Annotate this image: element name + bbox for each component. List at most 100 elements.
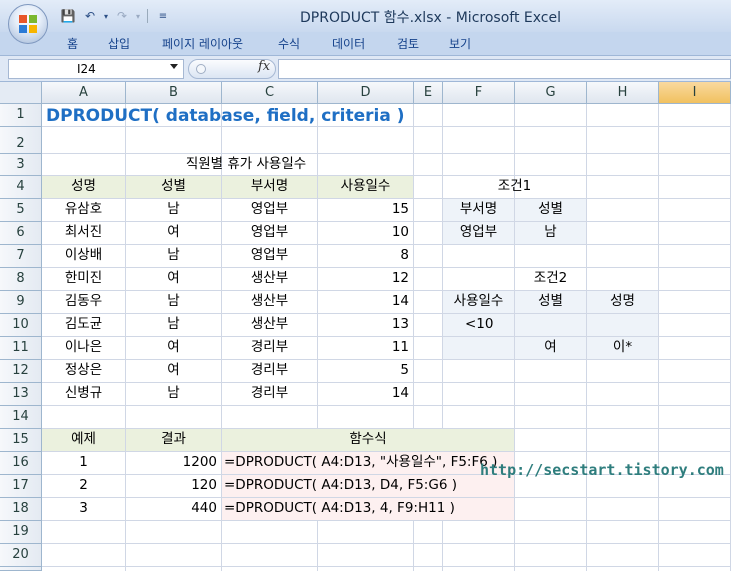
tab-view[interactable]: 보기 [449, 35, 471, 52]
table-data-cell[interactable]: 12 [318, 268, 413, 290]
criteria1-label[interactable]: 조건1 [443, 176, 586, 198]
table-data-cell[interactable]: 생산부 [222, 291, 317, 313]
criteria2-value[interactable] [587, 314, 658, 336]
example-result[interactable]: 1200 [126, 452, 221, 474]
worksheet-grid[interactable]: A B C D E F G H I 1 2 3 4 5 6 7 8 9 10 11 12 13 14 15 16 17 18 19 20… [0, 82, 731, 571]
table-data-cell[interactable]: 최서진 [42, 222, 125, 244]
tab-data[interactable]: 데이터 [332, 35, 365, 52]
row-header-4[interactable]: 4 [0, 176, 42, 199]
column-header-h[interactable]: H [587, 82, 659, 104]
table-data-cell[interactable]: 이상배 [42, 245, 125, 267]
table-data-cell[interactable]: 남 [126, 314, 221, 336]
column-header-a[interactable]: A [42, 82, 126, 104]
criteria2-header[interactable]: 사용일수 [443, 291, 514, 313]
row-header-19[interactable]: 19 [0, 521, 42, 544]
table-data-cell[interactable]: 여 [126, 222, 221, 244]
table-data-cell[interactable]: 생산부 [222, 268, 317, 290]
table-data-cell[interactable]: 이나은 [42, 337, 125, 359]
table-caption[interactable]: 직원별 휴가 사용일수 [126, 154, 366, 175]
row-header-12[interactable]: 12 [0, 360, 42, 383]
table-data-cell[interactable]: 여 [126, 360, 221, 382]
criteria1-value[interactable]: 영업부 [443, 222, 514, 244]
table-data-cell[interactable]: 영업부 [222, 222, 317, 244]
example-formula[interactable]: =DPRODUCT( A4:D13, "사용일수", F5:F6 ) [222, 452, 514, 474]
row-header-7[interactable]: 7 [0, 245, 42, 268]
criteria2-value[interactable]: <10 [443, 314, 514, 336]
criteria2-header[interactable]: 성별 [515, 291, 586, 313]
row-header-15[interactable]: 15 [0, 429, 42, 452]
criteria2-value[interactable]: 이* [587, 337, 658, 359]
table-data-cell[interactable]: 14 [318, 291, 413, 313]
table-data-cell[interactable]: 경리부 [222, 337, 317, 359]
sheet-title[interactable]: DPRODUCT( database, field, criteria ) [42, 104, 514, 126]
example-formula[interactable]: =DPRODUCT( A4:D13, D4, F5:G6 ) [222, 475, 514, 497]
name-box[interactable]: I24 [8, 59, 184, 79]
example-formula[interactable]: =DPRODUCT( A4:D13, 4, F9:H11 ) [222, 498, 514, 520]
tab-review[interactable]: 검토 [397, 35, 419, 52]
row-header-3[interactable]: 3 [0, 154, 42, 176]
row-header-2[interactable]: 2 [0, 127, 42, 154]
table-data-cell[interactable]: 여 [126, 268, 221, 290]
row-header-11[interactable]: 11 [0, 337, 42, 360]
table-header-cell[interactable]: 성명 [42, 176, 125, 198]
formula-input[interactable] [278, 59, 731, 79]
column-header-i[interactable]: I [659, 82, 731, 104]
criteria2-value[interactable] [443, 337, 514, 359]
column-header-b[interactable]: B [126, 82, 222, 104]
office-button[interactable] [8, 4, 48, 44]
row-header-18[interactable]: 18 [0, 498, 42, 521]
table-header-cell[interactable]: 사용일수 [318, 176, 413, 198]
example-number[interactable]: 3 [42, 498, 125, 520]
criteria2-value[interactable]: 여 [515, 337, 586, 359]
examples-header[interactable]: 결과 [126, 429, 221, 451]
table-data-cell[interactable]: 14 [318, 383, 413, 405]
table-data-cell[interactable]: 15 [318, 199, 413, 221]
tab-page-layout[interactable]: 페이지 레이아웃 [162, 35, 243, 52]
row-header-9[interactable]: 9 [0, 291, 42, 314]
insert-function-button[interactable]: fx [258, 59, 270, 74]
criteria2-header[interactable]: 성명 [587, 291, 658, 313]
tab-insert[interactable]: 삽입 [108, 35, 130, 52]
table-header-cell[interactable]: 부서명 [222, 176, 317, 198]
row-header-1[interactable]: 1 [0, 104, 42, 127]
row-header-8[interactable]: 8 [0, 268, 42, 291]
table-data-cell[interactable]: 남 [126, 199, 221, 221]
table-data-cell[interactable]: 남 [126, 291, 221, 313]
row-header-10[interactable]: 10 [0, 314, 42, 337]
table-data-cell[interactable]: 남 [126, 245, 221, 267]
table-data-cell[interactable]: 영업부 [222, 199, 317, 221]
expand-handle-icon[interactable] [196, 64, 206, 74]
select-all-corner[interactable] [0, 82, 42, 104]
column-header-e[interactable]: E [414, 82, 443, 104]
column-header-g[interactable]: G [515, 82, 587, 104]
table-data-cell[interactable]: 11 [318, 337, 413, 359]
table-data-cell[interactable]: 8 [318, 245, 413, 267]
row-header-5[interactable]: 5 [0, 199, 42, 222]
examples-header[interactable]: 예제 [42, 429, 125, 451]
examples-header[interactable]: 함수식 [222, 429, 514, 451]
criteria1-header[interactable]: 부서명 [443, 199, 514, 221]
example-result[interactable]: 120 [126, 475, 221, 497]
table-header-cell[interactable]: 성별 [126, 176, 221, 198]
row-header-16[interactable]: 16 [0, 452, 42, 475]
row-header-13[interactable]: 13 [0, 383, 42, 406]
row-header-14[interactable]: 14 [0, 406, 42, 429]
tab-formulas[interactable]: 수식 [278, 35, 300, 52]
example-number[interactable]: 2 [42, 475, 125, 497]
table-data-cell[interactable]: 경리부 [222, 383, 317, 405]
criteria1-value[interactable]: 남 [515, 222, 586, 244]
table-data-cell[interactable]: 10 [318, 222, 413, 244]
criteria1-header[interactable]: 성별 [515, 199, 586, 221]
example-number[interactable]: 1 [42, 452, 125, 474]
table-data-cell[interactable]: 여 [126, 337, 221, 359]
table-data-cell[interactable]: 김동우 [42, 291, 125, 313]
criteria2-label[interactable]: 조건2 [443, 268, 658, 290]
row-header-21[interactable]: 21 [0, 567, 42, 571]
table-data-cell[interactable]: 경리부 [222, 360, 317, 382]
tab-home[interactable]: 홈 [67, 35, 78, 52]
column-header-d[interactable]: D [318, 82, 414, 104]
table-data-cell[interactable]: 5 [318, 360, 413, 382]
table-data-cell[interactable]: 정상은 [42, 360, 125, 382]
name-box-dropdown-icon[interactable] [170, 64, 178, 69]
table-data-cell[interactable]: 신병규 [42, 383, 125, 405]
